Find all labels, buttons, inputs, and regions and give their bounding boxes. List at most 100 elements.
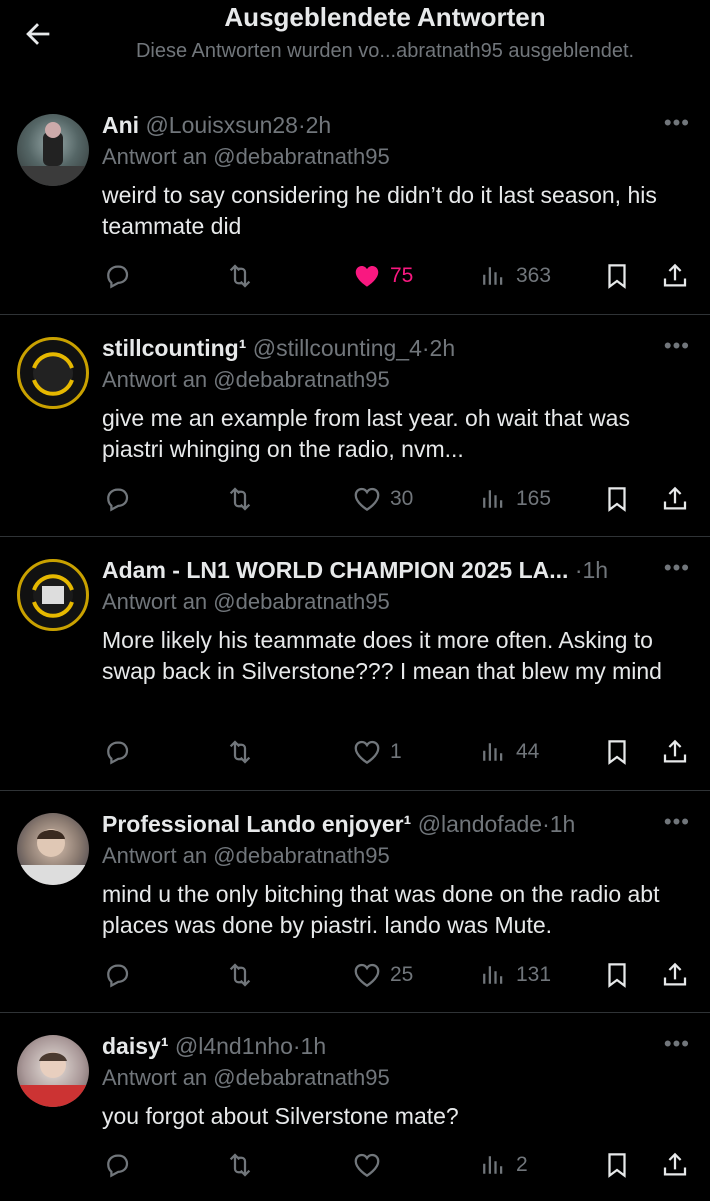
views-bar-icon bbox=[483, 743, 503, 761]
more-options-button[interactable]: ••• bbox=[664, 333, 690, 359]
reply-tweet[interactable]: Ani @Louisxsun28·2h ••• Antwort an @deba… bbox=[0, 92, 710, 314]
tweet-header: Adam - LN1 WORLD CHAMPION 2025 LA... ·1h bbox=[102, 555, 608, 585]
display-name[interactable]: Adam - LN1 WORLD CHAMPION 2025 LA... bbox=[102, 557, 568, 583]
timestamp[interactable]: 1h bbox=[550, 811, 576, 837]
views-bar-icon bbox=[483, 267, 503, 285]
bookmark-button[interactable] bbox=[602, 258, 632, 294]
share-button[interactable] bbox=[660, 1147, 690, 1183]
more-dots-icon: ••• bbox=[663, 333, 690, 358]
view-count: 131 bbox=[516, 963, 552, 986]
reply-to-label[interactable]: Antwort an @debabratnath95 bbox=[102, 142, 390, 172]
avatar[interactable] bbox=[17, 114, 89, 186]
tweet-header: Ani @Louisxsun28·2h bbox=[102, 110, 331, 140]
user-handle[interactable]: @Louisxsun28 bbox=[145, 112, 298, 138]
share-button[interactable] bbox=[660, 258, 690, 294]
timestamp[interactable]: 2h bbox=[430, 335, 456, 361]
heart-icon bbox=[354, 963, 380, 987]
display-name[interactable]: daisy¹ bbox=[102, 1033, 168, 1059]
heart-icon bbox=[354, 487, 380, 511]
page-title: Ausgeblendete Antworten bbox=[224, 2, 546, 32]
more-dots-icon: ••• bbox=[663, 555, 690, 580]
like-button[interactable] bbox=[352, 1147, 390, 1183]
reply-button[interactable] bbox=[102, 734, 132, 770]
heart-icon bbox=[355, 266, 379, 287]
like-count: 75 bbox=[390, 264, 414, 287]
user-handle[interactable]: @l4nd1nho bbox=[175, 1033, 293, 1059]
bookmark-button[interactable] bbox=[602, 1147, 632, 1183]
views-bar-icon bbox=[483, 490, 503, 508]
reply-to-label[interactable]: Antwort an @debabratnath95 bbox=[102, 365, 390, 395]
timestamp[interactable]: 2h bbox=[306, 112, 332, 138]
more-options-button[interactable]: ••• bbox=[664, 555, 690, 581]
reply-button[interactable] bbox=[102, 481, 132, 517]
reply-to-label[interactable]: Antwort an @debabratnath95 bbox=[102, 587, 390, 617]
tweet-text: mind u the only bitching that was done o… bbox=[102, 881, 660, 938]
like-count: 1 bbox=[390, 740, 402, 763]
user-handle[interactable]: @landofade bbox=[418, 811, 542, 837]
views-button[interactable]: 44 bbox=[478, 734, 539, 770]
reply-tweet[interactable]: Professional Lando enjoyer¹ @landofade·1… bbox=[0, 790, 710, 1013]
display-name[interactable]: Professional Lando enjoyer¹ bbox=[102, 811, 411, 837]
retweet-button[interactable] bbox=[224, 734, 256, 770]
header: Ausgeblendete Antworten Diese Antworten … bbox=[0, 0, 710, 90]
share-button[interactable] bbox=[660, 734, 690, 770]
timestamp[interactable]: 1h bbox=[583, 557, 609, 583]
avatar[interactable] bbox=[17, 559, 89, 631]
like-count: 30 bbox=[390, 487, 414, 510]
reply-tweet[interactable]: stillcounting¹ @stillcounting_4·2h ••• A… bbox=[0, 314, 710, 537]
views-button[interactable]: 165 bbox=[478, 481, 551, 517]
retweet-button[interactable] bbox=[224, 1147, 256, 1183]
page-subtitle: Diese Antworten wurden vo...abratnath95 … bbox=[135, 40, 635, 62]
timestamp[interactable]: 1h bbox=[301, 1033, 327, 1059]
bookmark-button[interactable] bbox=[602, 957, 632, 993]
user-handle[interactable]: @stillcounting_4 bbox=[253, 335, 422, 361]
retweet-button[interactable] bbox=[224, 258, 256, 294]
bookmark-icon bbox=[608, 264, 626, 289]
avatar[interactable] bbox=[17, 337, 89, 409]
retweet-button[interactable] bbox=[224, 957, 256, 993]
more-options-button[interactable]: ••• bbox=[664, 809, 690, 835]
views-button[interactable]: 363 bbox=[478, 258, 551, 294]
views-button[interactable]: 2 bbox=[478, 1147, 528, 1183]
like-button[interactable]: 25 bbox=[352, 957, 413, 993]
reply-tweet[interactable]: Adam - LN1 WORLD CHAMPION 2025 LA... ·1h… bbox=[0, 536, 710, 791]
views-button[interactable]: 131 bbox=[478, 957, 551, 993]
separator-dot: · bbox=[574, 557, 583, 583]
more-dots-icon: ••• bbox=[663, 110, 690, 135]
avatar[interactable] bbox=[17, 813, 89, 885]
like-button[interactable]: 1 bbox=[352, 734, 402, 770]
retweet-button[interactable] bbox=[224, 481, 256, 517]
like-button[interactable]: 75 bbox=[352, 258, 413, 294]
reply-button[interactable] bbox=[102, 957, 132, 993]
reply-to-label[interactable]: Antwort an @debabratnath95 bbox=[102, 1063, 390, 1093]
more-options-button[interactable]: ••• bbox=[664, 1031, 690, 1057]
more-dots-icon: ••• bbox=[663, 809, 690, 834]
tweet-header: Professional Lando enjoyer¹ @landofade·1… bbox=[102, 809, 575, 839]
share-button[interactable] bbox=[660, 481, 690, 517]
share-button[interactable] bbox=[660, 957, 690, 993]
tweet-text: More likely his teammate does it more of… bbox=[102, 627, 662, 684]
share-upload-icon bbox=[663, 962, 687, 986]
action-bar: 75 363 bbox=[102, 258, 692, 294]
more-options-button[interactable]: ••• bbox=[664, 110, 690, 136]
view-count: 44 bbox=[516, 740, 540, 763]
bookmark-button[interactable] bbox=[602, 481, 632, 517]
retweet-icon bbox=[229, 963, 251, 987]
like-count: 25 bbox=[390, 963, 414, 986]
retweet-icon bbox=[229, 264, 251, 288]
display-name[interactable]: stillcounting¹ bbox=[102, 335, 246, 361]
separator-dot: · bbox=[421, 335, 430, 361]
avatar[interactable] bbox=[17, 1035, 89, 1107]
reply-to-label[interactable]: Antwort an @debabratnath95 bbox=[102, 841, 390, 871]
reply-tweet[interactable]: daisy¹ @l4nd1nho·1h ••• Antwort an @deba… bbox=[0, 1012, 710, 1201]
share-upload-icon bbox=[663, 739, 687, 763]
tweet-text: you forgot about Silverstone mate? bbox=[102, 1103, 459, 1129]
tweet-text: give me an example from last year. oh wa… bbox=[102, 405, 630, 462]
reply-button[interactable] bbox=[102, 1147, 132, 1183]
bookmark-button[interactable] bbox=[602, 734, 632, 770]
like-button[interactable]: 30 bbox=[352, 481, 413, 517]
reply-button[interactable] bbox=[102, 258, 132, 294]
separator-dot: · bbox=[292, 1033, 301, 1059]
action-bar: 1 44 bbox=[102, 734, 692, 770]
display-name[interactable]: Ani bbox=[102, 112, 139, 138]
